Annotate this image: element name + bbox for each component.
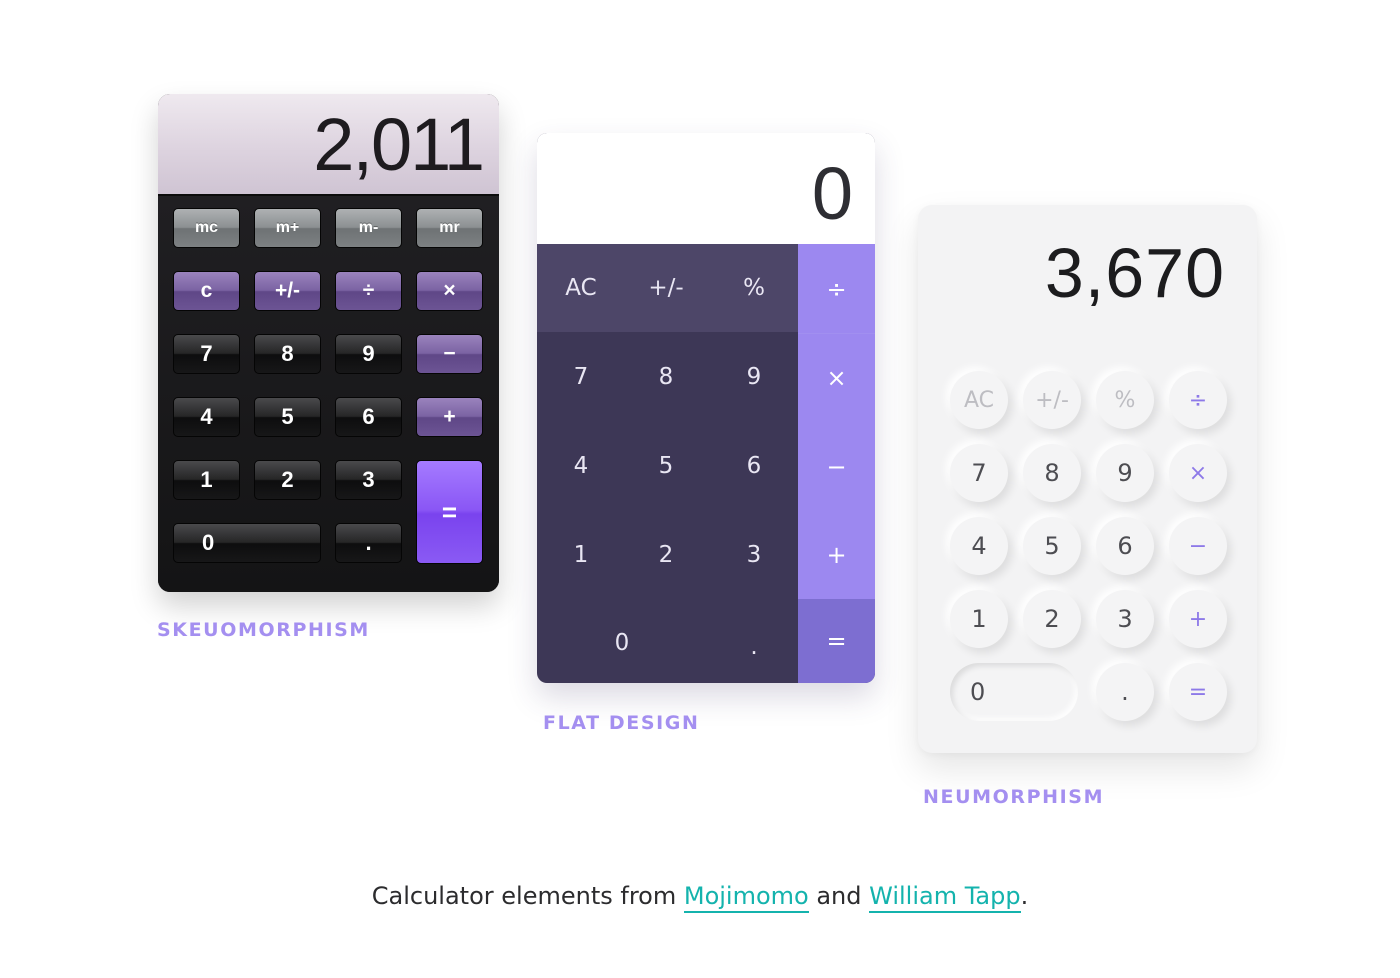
flat-display: 0: [537, 133, 875, 244]
key-mr[interactable]: mr: [416, 208, 483, 248]
flat-key-9[interactable]: 9: [710, 333, 798, 421]
flat-key-plus[interactable]: +: [798, 511, 875, 599]
key-3[interactable]: 3: [335, 460, 402, 500]
flat-key-minus[interactable]: −: [798, 422, 875, 511]
flat-key-3[interactable]: 3: [710, 511, 798, 599]
key-8[interactable]: 8: [254, 334, 321, 374]
caption-middle: and: [808, 882, 870, 910]
key-equals[interactable]: =: [416, 460, 483, 564]
key-9[interactable]: 9: [335, 334, 402, 374]
key-multiply[interactable]: ×: [416, 271, 483, 311]
key-decimal[interactable]: .: [335, 523, 402, 563]
neu-key-multiply[interactable]: ×: [1169, 444, 1227, 502]
neumorphism-label: NEUMORPHISM: [923, 786, 1105, 808]
key-divide[interactable]: ÷: [335, 271, 402, 311]
flat-key-ac[interactable]: AC: [537, 244, 625, 332]
key-6[interactable]: 6: [335, 397, 402, 437]
flat-key-equals[interactable]: =: [798, 599, 875, 683]
neu-key-divide[interactable]: ÷: [1169, 371, 1227, 429]
mojimomo-link[interactable]: Mojimomo: [683, 882, 809, 913]
neu-key-minus[interactable]: −: [1169, 517, 1227, 575]
neu-key-2[interactable]: 2: [1023, 590, 1081, 648]
neu-key-6[interactable]: 6: [1096, 517, 1154, 575]
key-minus[interactable]: −: [416, 334, 483, 374]
neu-key-8[interactable]: 8: [1023, 444, 1081, 502]
neu-key-equals[interactable]: =: [1169, 663, 1227, 721]
caption-suffix: .: [1020, 882, 1029, 910]
flat-key-divide[interactable]: ÷: [798, 244, 875, 333]
caption: Calculator elements from Mojimomo and Wi…: [0, 882, 1400, 913]
key-0[interactable]: 0: [173, 523, 321, 563]
flat-key-multiply[interactable]: ×: [798, 333, 875, 422]
key-7[interactable]: 7: [173, 334, 240, 374]
key-m-minus[interactable]: m-: [335, 208, 402, 248]
key-mc[interactable]: mc: [173, 208, 240, 248]
key-5[interactable]: 5: [254, 397, 321, 437]
neu-key-9[interactable]: 9: [1096, 444, 1154, 502]
skeuomorphism-display-value: 2,011: [313, 103, 485, 186]
neu-key-sign[interactable]: +/-: [1023, 371, 1081, 429]
flat-key-7[interactable]: 7: [537, 333, 625, 421]
william-tapp-link[interactable]: William Tapp: [869, 882, 1021, 913]
neu-key-plus[interactable]: +: [1169, 590, 1227, 648]
flat-key-1[interactable]: 1: [537, 511, 625, 599]
neu-key-ac[interactable]: AC: [950, 371, 1008, 429]
neu-key-3[interactable]: 3: [1096, 590, 1154, 648]
flat-display-value: 0: [811, 152, 853, 235]
skeuomorphism-display: 2,011: [158, 94, 499, 196]
key-4[interactable]: 4: [173, 397, 240, 437]
key-m-plus[interactable]: m+: [254, 208, 321, 248]
key-clear[interactable]: c: [173, 271, 240, 311]
neu-key-percent[interactable]: %: [1096, 371, 1154, 429]
flat-key-4[interactable]: 4: [537, 422, 625, 510]
neumorphism-calculator: 3,670 AC +/- % ÷ 7 8 9 × 4 5 6 − 1 2 3 +…: [918, 205, 1257, 753]
neu-key-5[interactable]: 5: [1023, 517, 1081, 575]
skeuomorphism-label: SKEUOMORPHISM: [157, 619, 370, 641]
skeuomorphism-calculator: 2,011 mc m+ m- mr c +/- ÷ × 7 8 9 − 4 5 …: [158, 94, 499, 592]
flat-design-label: FLAT DESIGN: [543, 712, 700, 734]
flat-key-decimal[interactable]: .: [710, 603, 798, 683]
flat-key-2[interactable]: 2: [622, 511, 710, 599]
flat-key-percent[interactable]: %: [710, 244, 798, 332]
key-sign[interactable]: +/-: [254, 271, 321, 311]
flat-key-5[interactable]: 5: [622, 422, 710, 510]
flat-design-calculator: 0 AC +/- % 7 8 9 4 5 6 1 2 3 0 . ÷ × − +…: [537, 133, 875, 683]
skeuomorphism-keypad: mc m+ m- mr c +/- ÷ × 7 8 9 − 4 5 6 + 1 …: [158, 196, 499, 592]
flat-key-sign[interactable]: +/-: [622, 244, 710, 332]
flat-key-6[interactable]: 6: [710, 422, 798, 510]
key-2[interactable]: 2: [254, 460, 321, 500]
neu-key-0[interactable]: 0: [950, 663, 1078, 721]
flat-key-0[interactable]: 0: [537, 599, 707, 683]
neu-key-4[interactable]: 4: [950, 517, 1008, 575]
flat-key-8[interactable]: 8: [622, 333, 710, 421]
key-plus[interactable]: +: [416, 397, 483, 437]
neumorphism-display-value: 3,670: [1044, 234, 1225, 312]
neu-key-1[interactable]: 1: [950, 590, 1008, 648]
key-1[interactable]: 1: [173, 460, 240, 500]
caption-prefix: Calculator elements from: [371, 882, 684, 910]
neu-key-decimal[interactable]: .: [1096, 663, 1154, 721]
neu-key-7[interactable]: 7: [950, 444, 1008, 502]
